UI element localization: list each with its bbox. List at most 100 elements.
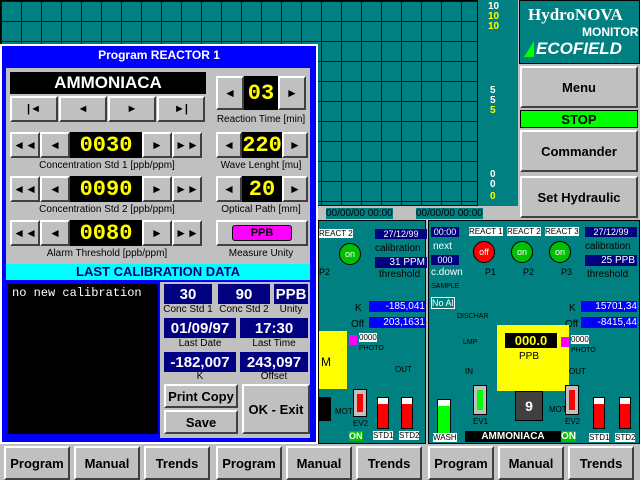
left-arrow-icon: ◄ — [223, 138, 235, 152]
manual-button-3[interactable]: Manual — [498, 446, 564, 480]
parameter-name-display: AMMONIACA — [10, 72, 206, 94]
manual-button-1[interactable]: Manual — [74, 446, 140, 480]
stepper-display: 9 — [515, 391, 543, 421]
program-button-1[interactable]: Program — [4, 446, 70, 480]
last-time-label: Last Time — [252, 338, 296, 349]
trends-button-1[interactable]: Trends — [144, 446, 210, 480]
ok-exit-button[interactable]: OK - Exit — [242, 384, 310, 434]
reaction-time-decrement[interactable]: ◄ — [216, 76, 244, 110]
last-record-button[interactable]: ►| — [157, 96, 205, 122]
offset-label: Offset — [260, 371, 288, 382]
last-date-label: Last Date — [178, 338, 222, 349]
cal-unit-r: PPB — [614, 255, 635, 266]
prev-record-button[interactable]: ◄ — [59, 96, 107, 122]
program-button-2[interactable]: Program — [216, 446, 282, 480]
last-date-value: 01/09/97 — [164, 318, 236, 338]
measure-unity-button[interactable]: PPB — [216, 220, 308, 246]
calibration-value: 31 PPM — [375, 257, 427, 268]
photo-arrow-icon-r — [561, 337, 569, 347]
measure-unity-label: Measure Unity — [228, 248, 294, 259]
trends-button-3[interactable]: Trends — [568, 446, 634, 480]
trends-button-2[interactable]: Trends — [356, 446, 422, 480]
double-right-arrow-icon: ►► — [175, 182, 199, 196]
alarm-increment[interactable]: ► — [142, 220, 172, 246]
conc2-decrement[interactable]: ◄ — [40, 176, 70, 202]
status-badge: STOP — [520, 110, 638, 128]
conc2-increment[interactable]: ► — [142, 176, 172, 202]
pump-2-indicator-r: on — [511, 241, 533, 263]
path-decrement[interactable]: ◄ — [216, 176, 242, 202]
graph-date-end: 00/00/00 00:00 — [416, 208, 483, 219]
photo-lcd-r: 0000 — [571, 335, 589, 344]
conc2-label: Concentration Std 2 [ppb/ppm] — [39, 204, 175, 215]
save-button[interactable]: Save — [164, 410, 238, 434]
path-increment[interactable]: ► — [282, 176, 308, 202]
reaction-time-display: 03 — [244, 76, 278, 110]
photo-label: PHOTO — [359, 345, 384, 352]
set-hydraulic-button[interactable]: Set Hydraulic — [520, 176, 638, 218]
conc1-decrement[interactable]: ◄ — [40, 132, 70, 158]
alarm-decrement[interactable]: ◄ — [40, 220, 70, 246]
left-arrow-icon: ◄ — [224, 86, 236, 100]
path-display: 20 — [242, 176, 282, 202]
reading-lcd: 000.0 — [505, 333, 557, 348]
pump-1-indicator: off — [473, 241, 495, 263]
measure-unity-value: PPB — [232, 225, 292, 241]
reading-unit: PPB — [519, 351, 540, 362]
conc1-label: Concentration Std 1 [ppb/ppm] — [39, 160, 175, 171]
cal-date-r: 27/12/99 — [585, 227, 637, 237]
discharge-label: DISCHAR — [457, 313, 489, 320]
std2-label-r: STD2 — [615, 433, 636, 442]
countdown-value: 000 — [431, 255, 459, 265]
k-label-dlg: K — [196, 371, 204, 382]
calibration-log: no new calibration — [8, 284, 158, 434]
mot-label: MOT — [335, 407, 353, 416]
conc2-fast-increment[interactable]: ►► — [172, 176, 202, 202]
wave-increment[interactable]: ► — [282, 132, 308, 158]
scale-mid-3: 5 — [490, 105, 496, 116]
photo-label-r: PHOTO — [571, 347, 596, 354]
first-record-button[interactable]: |◄ — [10, 96, 58, 122]
react-3-label: REACT 3 — [545, 227, 579, 236]
no-alarm-badge: No Al — [431, 297, 455, 309]
left-arrow-icon: ◄ — [49, 138, 61, 152]
std2-label: STD2 — [399, 431, 420, 440]
right-on-badge: ON — [561, 431, 576, 442]
wave-label: Wave Lenght [mu] — [220, 160, 302, 171]
conc2-display: 0090 — [70, 176, 142, 202]
motor-icon — [319, 397, 331, 421]
reaction-time-label: Reaction Time [min] — [216, 114, 306, 125]
out-label: OUT — [395, 365, 412, 374]
alarm-fast-increment[interactable]: ►► — [172, 220, 202, 246]
wash-bottle — [437, 399, 451, 437]
conc2-fast-decrement[interactable]: ◄◄ — [10, 176, 40, 202]
path-label: Optical Path [mm] — [221, 204, 301, 215]
conc1-fast-increment[interactable]: ►► — [172, 132, 202, 158]
commander-button[interactable]: Commander — [520, 130, 638, 172]
double-right-arrow-icon: ►► — [175, 138, 199, 152]
conc1-increment[interactable]: ► — [142, 132, 172, 158]
cal-std1-value: 30 — [164, 284, 212, 304]
graph-scale: 10 10 10 5 5 5 0 0 0 — [478, 0, 518, 206]
left-arrow-icon: ◄ — [223, 182, 235, 196]
manual-button-2[interactable]: Manual — [286, 446, 352, 480]
k-label: K — [355, 303, 362, 314]
conc1-fast-decrement[interactable]: ◄◄ — [10, 132, 40, 158]
ev2-label: EV2 — [353, 419, 369, 428]
menu-button[interactable]: Menu — [520, 66, 638, 108]
reaction-time-increment[interactable]: ► — [278, 76, 306, 110]
dialog-title: Program REACTOR 1 — [98, 48, 220, 62]
alarm-fast-decrement[interactable]: ◄◄ — [10, 220, 40, 246]
react-2-label-r: REACT 2 — [507, 227, 541, 236]
off-value-r: -8415,44 — [581, 317, 637, 328]
next-record-button[interactable]: ► — [108, 96, 156, 122]
double-left-arrow-icon: ◄◄ — [13, 226, 37, 240]
mid-on-badge: ON — [349, 431, 363, 441]
wave-decrement[interactable]: ◄ — [216, 132, 242, 158]
threshold-label: threshold — [379, 269, 421, 280]
print-copy-button[interactable]: Print Copy — [164, 384, 238, 408]
cal-std2-value: 90 — [218, 284, 270, 304]
program-button-3[interactable]: Program — [428, 446, 494, 480]
cal-unit: PPM — [403, 257, 425, 268]
off-label: Off — [351, 319, 365, 330]
